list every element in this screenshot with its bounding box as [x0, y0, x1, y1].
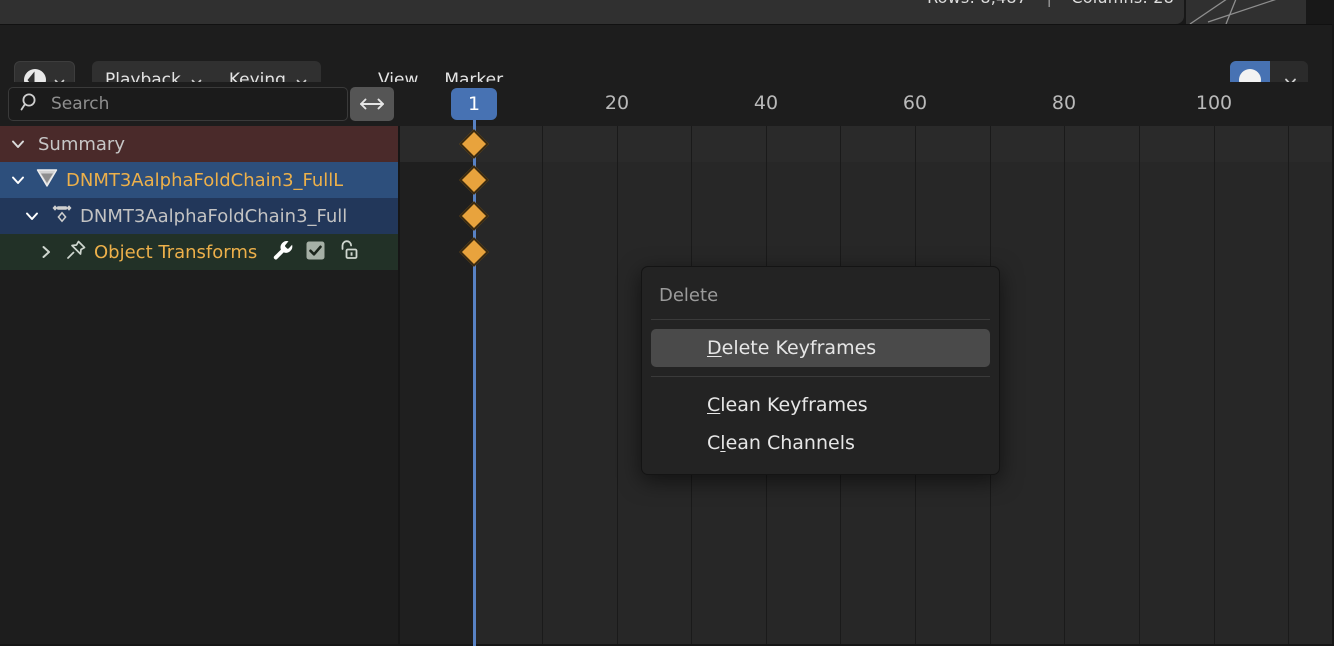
menu-item-delete-keyframes[interactable]: Delete Keyframes [651, 329, 990, 367]
arrows-horizontal-icon[interactable] [350, 87, 394, 121]
context-menu-title: Delete [659, 285, 719, 306]
menu-item-label: elete Keyframes [721, 337, 877, 359]
editor-header: Playback Keying View Marker [0, 24, 1334, 99]
status-bar-stats: Rows: 8,487 | Columns: 28 [927, 0, 1174, 7]
menu-item-clean-keyframes[interactable]: Clean Keyframes [651, 386, 990, 424]
channel-list: Summary DNMT3AalphaFoldChain3_FullL DNMT… [0, 126, 400, 646]
accel-key: D [707, 337, 722, 359]
channel-label-summary: Summary [38, 133, 125, 155]
ruler-tick-40: 40 [753, 92, 779, 114]
current-frame-indicator[interactable]: 1 [451, 88, 497, 120]
ruler-tick-20: 20 [604, 92, 630, 114]
gridline [1064, 126, 1065, 646]
menu-item-label: lean Keyframes [720, 394, 868, 416]
gridline [1214, 126, 1215, 646]
mesh-object-icon [34, 165, 60, 195]
channel-row-action[interactable]: DNMT3AalphaFoldChain3_Full [0, 198, 400, 234]
channel-row-object-transforms[interactable]: Object Transforms [0, 234, 400, 270]
gridline [542, 126, 543, 646]
panel-divider[interactable] [398, 126, 400, 646]
channel-row-toggles [271, 238, 359, 267]
blender-dope-sheet-editor: Rows: 8,487 | Columns: 28 [0, 0, 1334, 646]
ruler-tick-60: 60 [902, 92, 928, 114]
pin-icon [64, 238, 88, 266]
keyframe-row-action[interactable] [400, 198, 1334, 234]
context-menu-separator [651, 376, 990, 377]
menu-item-label: ean Channels [725, 432, 855, 454]
unlock-icon[interactable] [335, 238, 359, 266]
gridline [1139, 126, 1140, 646]
keyframe-row-summary[interactable] [400, 126, 1334, 162]
timeline-ruler[interactable]: 20 40 60 80 100 [400, 82, 1334, 126]
channel-label-action: DNMT3AalphaFoldChain3_Full [80, 205, 348, 227]
ruler-tick-100: 100 [1195, 92, 1233, 114]
status-bar: Rows: 8,487 | Columns: 28 [0, 0, 1334, 24]
menu-item-clean-channels[interactable]: Cl ean Channels [651, 424, 990, 462]
context-menu-delete: Delete Delete Keyframes Clean Keyframes … [641, 266, 1000, 475]
checkbox-checked-icon[interactable] [304, 239, 327, 266]
status-columns-label: Columns: 28 [1071, 0, 1174, 7]
channel-label-object: DNMT3AalphaFoldChain3_FullL [66, 169, 344, 191]
keyframe-row-object[interactable] [400, 162, 1334, 198]
chevron-down-icon[interactable] [8, 170, 28, 190]
channel-label-object-transforms: Object Transforms [94, 241, 258, 263]
context-menu-separator [651, 319, 990, 320]
chevron-right-icon[interactable] [36, 242, 56, 262]
channel-row-summary[interactable]: Summary [0, 126, 400, 162]
ruler-tick-80: 80 [1051, 92, 1077, 114]
chevron-down-icon[interactable] [22, 206, 42, 226]
channel-filter-row: Search [0, 82, 400, 126]
search-icon [20, 92, 41, 117]
channel-row-object[interactable]: DNMT3AalphaFoldChain3_FullL [0, 162, 400, 198]
gridline [1288, 126, 1289, 646]
gridline [617, 126, 618, 646]
wrench-icon[interactable] [271, 238, 296, 267]
search-placeholder: Search [51, 94, 110, 114]
mesh-wireframe-icon [1186, 0, 1306, 24]
keyframe-row-object-transforms[interactable] [400, 234, 1334, 270]
action-icon [48, 200, 76, 232]
status-separator: | [1046, 0, 1052, 7]
status-rows-label: Rows: 8,487 [927, 0, 1027, 7]
menu-item-label-pre: C [707, 432, 721, 454]
accel-key: C [707, 394, 721, 416]
chevron-down-icon[interactable] [8, 134, 28, 154]
search-input[interactable]: Search [8, 87, 348, 121]
